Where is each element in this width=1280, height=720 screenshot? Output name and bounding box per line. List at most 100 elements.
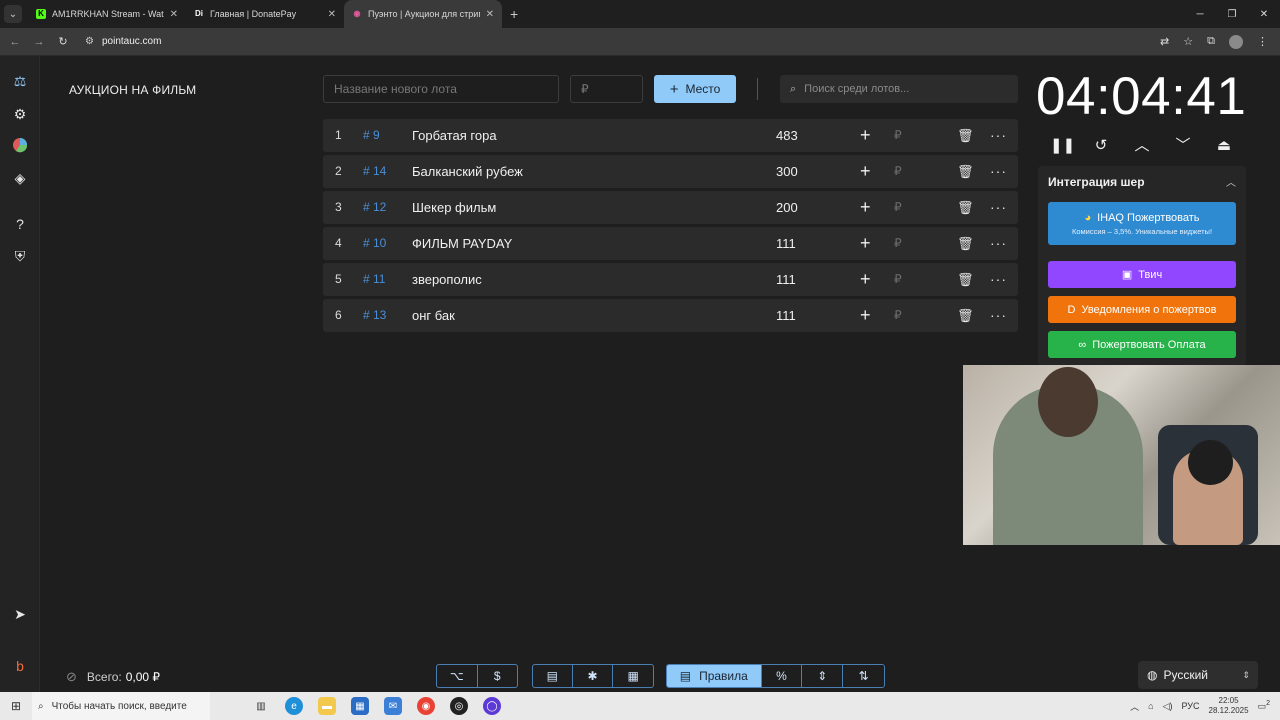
close-tab-icon[interactable]: ✕ [328,9,336,20]
more-options-icon[interactable]: ··· [990,227,1007,260]
lot-row[interactable]: 3 # 12 Шекер фильм 200 + ₽ 🗑 ··· [323,191,1018,224]
extensions-icon[interactable]: ⧉ [1207,35,1215,48]
lot-currency[interactable]: ₽ [894,227,902,260]
browser-tab-2[interactable]: Di Главная | DonatePay ✕ [186,0,344,28]
taskbar-clock[interactable]: 22:05 28.12.2025 [1209,696,1249,716]
more-options-icon[interactable]: ··· [990,119,1007,152]
add-amount-plus-icon[interactable]: + [860,227,871,260]
lot-name[interactable]: зверополис [412,263,482,296]
close-tab-icon[interactable]: ✕ [170,9,178,20]
github-icon[interactable]: ⌥ [437,665,478,687]
obs-icon[interactable]: ◎ [450,697,468,715]
more-options-icon[interactable]: ··· [990,191,1007,224]
ihaq-donate-button[interactable]: ◕ IHAQ Пожертвовать Комиссия – 3,5%. Уник… [1048,202,1236,245]
hide-eye-icon[interactable]: ⊘ [66,669,77,685]
browser-tab-1[interactable]: K AM1RRKHAN Stream - Watch L ✕ [28,0,186,28]
volume-icon[interactable]: ◁) [1163,701,1173,712]
lot-id-link[interactable]: # 13 [363,299,386,332]
bookmark-star-icon[interactable]: ☆ [1183,35,1193,48]
clear-list-icon[interactable]: ▦ [613,665,653,687]
lot-row[interactable]: 4 # 10 ФИЛЬМ PAYDAY 111 + ₽ 🗑 ··· [323,227,1018,260]
help-icon[interactable]: ? [11,215,29,233]
lot-currency[interactable]: ₽ [894,299,902,332]
add-amount-plus-icon[interactable]: + [860,119,871,152]
network-icon[interactable]: ⌂ [1148,701,1153,711]
delete-trash-icon[interactable]: 🗑 [957,191,974,224]
new-lot-amount-input[interactable]: ₽ [570,75,643,103]
back-arrow-icon[interactable]: ← [3,36,27,48]
profile-avatar[interactable] [1229,34,1243,49]
file-explorer-icon[interactable]: ▬ [318,697,336,715]
add-amount-plus-icon[interactable]: + [860,191,871,224]
place-button[interactable]: + Место [654,75,736,103]
language-select[interactable]: ◍ Русский ⇕ [1138,661,1258,689]
lot-name[interactable]: Горбатая гора [412,119,497,152]
minimize-icon[interactable]: ─ [1184,0,1216,28]
forward-arrow-icon[interactable]: → [27,36,51,48]
keyboard-lang[interactable]: РУС [1182,701,1200,711]
task-view-icon[interactable]: ▥ [252,697,270,715]
url-field[interactable]: ⚙ pointauc.com [81,31,1160,53]
tray-chevron-icon[interactable]: ︿ [1130,700,1139,713]
settings-gear-icon[interactable]: ⚙ [11,105,29,123]
lot-name[interactable]: онг бак [412,299,455,332]
twitch-button[interactable]: ▣ Твич [1048,261,1236,288]
add-amount-plus-icon[interactable]: + [860,155,871,188]
boosty-icon[interactable]: b [11,657,29,675]
more-options-icon[interactable]: ··· [990,155,1007,188]
browser-menu-icon[interactable]: ⋮ [1257,35,1268,48]
lot-row[interactable]: 2 # 14 Балканский рубеж 300 + ₽ 🗑 ··· [323,155,1018,188]
save-icon[interactable]: ▤ [533,665,573,687]
notifications-icon[interactable]: ▭2 [1258,700,1270,712]
lot-row[interactable]: 1 # 9 Горбатая гора 483 + ₽ 🗑 ··· [323,119,1018,152]
layers-icon[interactable]: ◈ [11,169,29,187]
lot-id-link[interactable]: # 11 [363,263,385,296]
lot-row[interactable]: 6 # 13 онг бак 111 + ₽ 🗑 ··· [323,299,1018,332]
delete-trash-icon[interactable]: 🗑 [957,263,974,296]
site-info-icon[interactable]: ⚙ [85,36,94,47]
lot-name[interactable]: Шекер фильм [412,191,496,224]
store-icon[interactable]: ▦ [351,697,369,715]
add-amount-plus-icon[interactable]: + [860,263,871,296]
chrome-icon[interactable]: ◉ [417,697,435,715]
sort-icon[interactable]: ⇅ [843,665,884,687]
close-window-icon[interactable]: ✕ [1248,0,1280,28]
lot-currency[interactable]: ₽ [894,263,902,296]
lot-id-link[interactable]: # 14 [363,155,386,188]
lot-search-input[interactable]: ⌕ Поиск среди лотов... [780,75,1018,103]
delete-trash-icon[interactable]: 🗑 [957,119,974,152]
delete-trash-icon[interactable]: 🗑 [957,155,974,188]
percent-icon[interactable]: % [761,665,803,687]
lot-currency[interactable]: ₽ [894,191,902,224]
delete-trash-icon[interactable]: 🗑 [957,299,974,332]
more-options-icon[interactable]: ··· [990,263,1007,296]
lot-id-link[interactable]: # 10 [363,227,386,260]
browser-tab-3[interactable]: ◉ Пуэнто | Аукцион для стриме ✕ [344,0,502,28]
translate-icon[interactable]: ⇄ [1160,35,1169,48]
new-lot-name-input[interactable]: Название нового лота [323,75,559,103]
maximize-icon[interactable]: ❐ [1216,0,1248,28]
tab-search-button[interactable]: ⌄ [4,5,22,23]
lot-row[interactable]: 5 # 11 зверополис 111 + ₽ 🗑 ··· [323,263,1018,296]
chevron-down-icon[interactable]: ﹀ [1173,136,1193,156]
compact-view-icon[interactable]: ⇕ [802,665,844,687]
new-tab-plus-icon[interactable]: + [510,6,518,22]
app-icon[interactable]: ◯ [483,697,501,715]
windows-start-icon[interactable]: ⊞ [0,699,32,713]
collapse-chevron-icon[interactable]: ︿ [1226,174,1236,189]
restart-icon[interactable]: ↺ [1091,136,1111,156]
wheel-chart-icon[interactable] [11,137,29,155]
bug-icon[interactable]: ✱ [573,665,614,687]
pause-icon[interactable]: ❚❚ [1050,136,1075,156]
mail-icon[interactable]: ✉ [384,697,402,715]
donationalerts-button[interactable]: D Уведомления о пожертвов [1048,296,1236,323]
edge-icon[interactable]: e [285,697,303,715]
chevron-up-icon[interactable]: ︿ [1132,136,1152,156]
shield-icon[interactable]: ⛨ [11,247,29,265]
more-options-icon[interactable]: ··· [990,299,1007,332]
reload-icon[interactable]: ↻ [51,35,75,48]
lot-name[interactable]: Балканский рубеж [412,155,523,188]
taskbar-search[interactable]: ⌕ Чтобы начать поиск, введите [32,692,210,720]
lot-id-link[interactable]: # 9 [363,119,380,152]
delete-trash-icon[interactable]: 🗑 [957,227,974,260]
